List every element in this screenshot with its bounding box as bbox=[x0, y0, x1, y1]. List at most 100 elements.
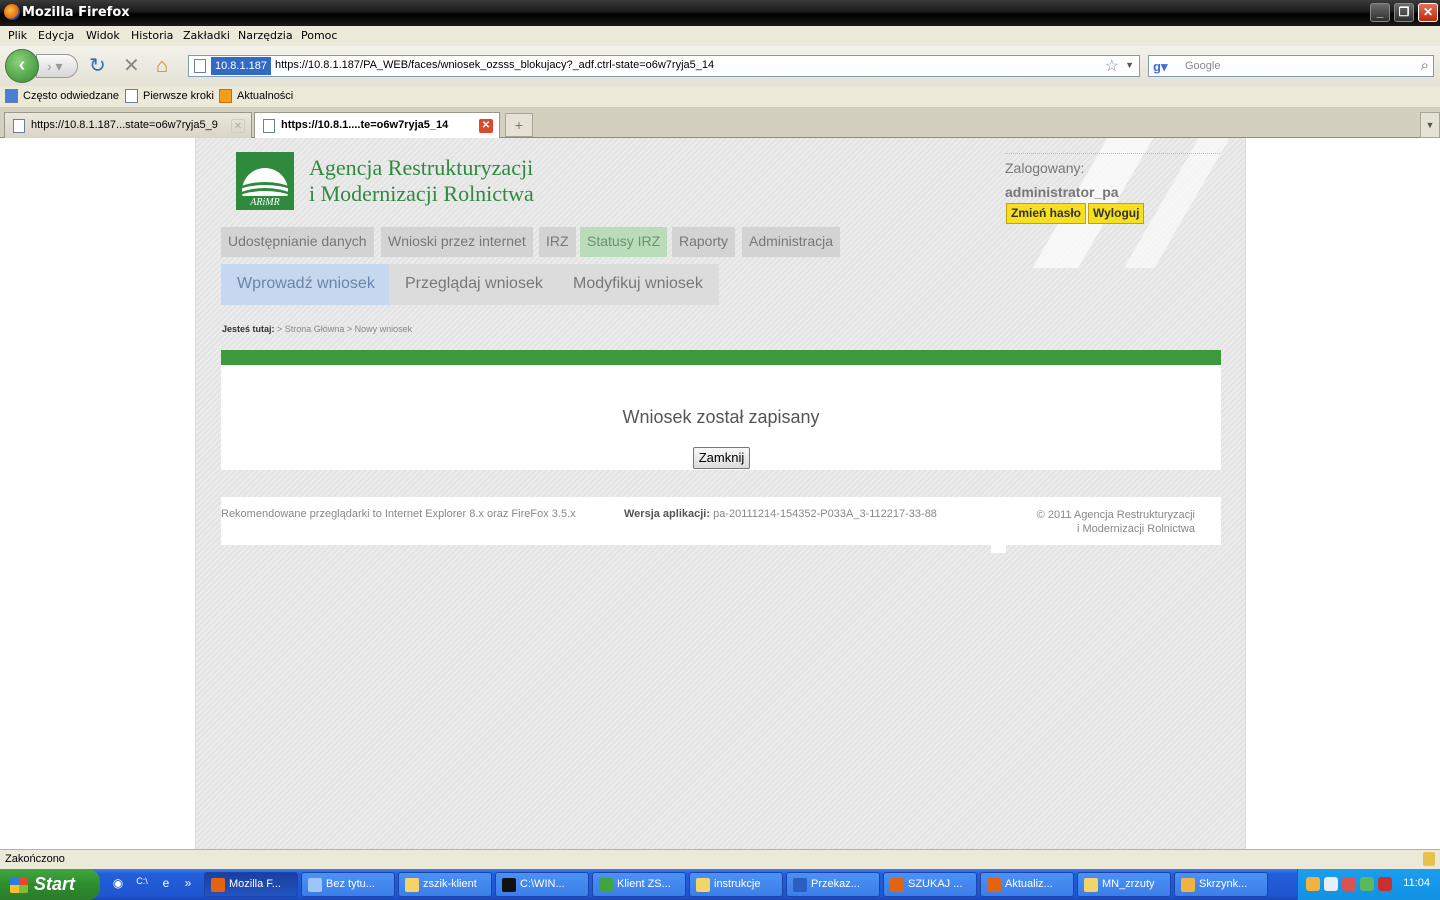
taskbar-item[interactable]: zszik-klient bbox=[398, 872, 492, 897]
menu-historia[interactable]: Historia bbox=[131, 29, 173, 42]
folder-icon bbox=[1084, 878, 1098, 892]
cmd-icon[interactable]: C:\ bbox=[134, 876, 150, 892]
close-button[interactable]: Zamknij bbox=[693, 447, 750, 469]
subnav-modyfikuj-wniosek[interactable]: Modyfikuj wniosek bbox=[557, 264, 719, 305]
windows-logo-icon bbox=[10, 877, 28, 893]
taskbar-item-label: zszik-klient bbox=[423, 878, 477, 890]
tray-network-icon[interactable] bbox=[1324, 877, 1338, 891]
message-box: Wniosek został zapisany Zamknij bbox=[221, 365, 1221, 470]
bookmark-star-icon[interactable]: ☆ bbox=[1105, 56, 1119, 76]
breadcrumb-path[interactable]: > Strona Główna > Nowy wniosek bbox=[275, 324, 412, 334]
tab-1[interactable]: https://10.8.1.187...state=o6w7ryja5_9 ✕ bbox=[4, 112, 252, 138]
forward-button[interactable]: › ▾ bbox=[36, 54, 78, 78]
close-tab-icon[interactable]: ✕ bbox=[231, 119, 245, 133]
system-tray: 11:04 bbox=[1297, 869, 1440, 900]
show-desktop-icon[interactable]: ◉ bbox=[110, 876, 126, 892]
taskbar-item[interactable]: Mozilla F... bbox=[204, 872, 298, 897]
clock[interactable]: 11:04 bbox=[1403, 877, 1430, 889]
site-identity[interactable]: 10.8.1.187 bbox=[211, 57, 271, 75]
close-tab-icon[interactable]: ✕ bbox=[479, 119, 493, 133]
page-icon bbox=[125, 89, 138, 103]
page-icon bbox=[13, 119, 25, 133]
taskbar: Start ◉ C:\ e » Mozilla F... Bez tytu...… bbox=[0, 869, 1440, 900]
new-tab-button[interactable]: + bbox=[505, 113, 533, 137]
menu-narzedzia[interactable]: Narzędzia bbox=[238, 29, 293, 42]
arimr-logo[interactable]: ARiMR bbox=[236, 152, 294, 210]
breadcrumb: Jesteś tutaj: > Strona Główna > Nowy wni… bbox=[222, 324, 412, 334]
menu-pomoc[interactable]: Pomoc bbox=[301, 29, 337, 42]
taskbar-item[interactable]: Bez tytu... bbox=[301, 872, 395, 897]
logout-button[interactable]: Wyloguj bbox=[1088, 203, 1145, 224]
taskbar-item-label: Aktualiz... bbox=[1005, 878, 1053, 890]
agency-name: Agencja Restrukturyzacji i Modernizacji … bbox=[309, 155, 534, 207]
nav-raporty[interactable]: Raporty bbox=[672, 227, 736, 257]
lock-icon[interactable] bbox=[1423, 852, 1435, 866]
menu-edycja[interactable]: Edycja bbox=[38, 29, 74, 42]
search-icon[interactable]: ⌕ bbox=[1421, 57, 1429, 74]
copyright: © 2011 Agencja Restrukturyzacji i Modern… bbox=[1037, 508, 1195, 536]
tray-mail-icon[interactable] bbox=[1306, 877, 1320, 891]
bookmark-folder-icon bbox=[5, 89, 18, 103]
tab-list-button[interactable]: ▼ bbox=[1420, 112, 1440, 138]
status-text: Zakończono bbox=[5, 853, 65, 865]
nav-wnioski-przez-internet[interactable]: Wnioski przez internet bbox=[381, 227, 533, 257]
taskbar-item-label: instrukcje bbox=[714, 878, 761, 890]
nav-irz[interactable]: IRZ bbox=[539, 227, 576, 257]
search-placeholder: Google bbox=[1185, 60, 1221, 72]
nav-administracja[interactable]: Administracja bbox=[742, 227, 841, 257]
close-window-button[interactable]: ✕ bbox=[1418, 3, 1438, 22]
stop-icon[interactable]: ✕ bbox=[123, 56, 140, 76]
nav-udostepnianie-danych[interactable]: Udostępnianie danych bbox=[221, 227, 374, 257]
client-icon bbox=[599, 878, 613, 892]
paint-icon bbox=[308, 878, 322, 892]
restore-button[interactable]: ❐ bbox=[1394, 3, 1414, 22]
address-bar[interactable]: 10.8.1.187 https://10.8.1.187/PA_WEB/fac… bbox=[188, 55, 1140, 77]
taskbar-item[interactable]: Skrzynk... bbox=[1174, 872, 1268, 897]
bookmark-label: Często odwiedzane bbox=[23, 90, 120, 102]
subnav-wprowadz-wniosek[interactable]: Wprowadź wniosek bbox=[221, 264, 391, 305]
tray-security-icon[interactable] bbox=[1342, 877, 1356, 891]
subnav-przegladaj-wniosek[interactable]: Przeglądaj wniosek bbox=[389, 264, 559, 305]
nav-statusy-irz[interactable]: Statusy IRZ bbox=[580, 227, 668, 257]
taskbar-item-label: Klient ZS... bbox=[617, 878, 671, 890]
google-engine-icon[interactable]: g▾ bbox=[1153, 59, 1169, 75]
word-icon bbox=[793, 878, 807, 892]
tab-label: https://10.8.1....te=o6w7ryja5_14 bbox=[281, 119, 449, 131]
home-icon[interactable]: ⌂ bbox=[156, 56, 168, 76]
page-icon bbox=[263, 119, 275, 133]
taskbar-item[interactable]: instrukcje bbox=[689, 872, 783, 897]
taskbar-item[interactable]: C:\WIN... bbox=[495, 872, 589, 897]
taskbar-item[interactable]: Przekaz... bbox=[786, 872, 880, 897]
bookmark-aktualnosci[interactable]: Aktualności bbox=[219, 89, 293, 103]
bookmark-pierwsze-kroki[interactable]: Pierwsze kroki bbox=[125, 89, 214, 103]
firefox-icon bbox=[987, 878, 1001, 892]
tab-2[interactable]: https://10.8.1....te=o6w7ryja5_14 ✕ bbox=[254, 112, 500, 139]
menu-zakladki[interactable]: Zakładki bbox=[183, 29, 230, 42]
search-box[interactable]: g▾ Google ⌕ bbox=[1148, 55, 1434, 77]
start-button[interactable]: Start bbox=[0, 869, 100, 900]
footer-notch bbox=[991, 545, 1006, 553]
url-text[interactable]: https://10.8.1.187/PA_WEB/faces/wniosek_… bbox=[275, 59, 714, 71]
taskbar-item[interactable]: Aktualiz... bbox=[980, 872, 1074, 897]
logged-label: Zalogowany: bbox=[1005, 160, 1085, 176]
bookmark-czesto-odwiedzane[interactable]: Często odwiedzane bbox=[5, 89, 120, 103]
minimize-button[interactable]: _ bbox=[1370, 3, 1390, 22]
bookmarks-toolbar: Często odwiedzane Pierwsze kroki Aktualn… bbox=[0, 86, 1440, 108]
taskbar-item[interactable]: SZUKAJ ... bbox=[883, 872, 977, 897]
navigation-toolbar: › ▾ ‹ ↻ ✕ ⌂ 10.8.1.187 https://10.8.1.18… bbox=[0, 46, 1440, 86]
quicklaunch-more[interactable]: » bbox=[180, 876, 196, 892]
taskbar-item[interactable]: MN_zrzuty bbox=[1077, 872, 1171, 897]
url-dropdown-icon[interactable]: ▼ bbox=[1125, 60, 1134, 70]
menu-plik[interactable]: Plik bbox=[8, 29, 27, 42]
change-password-button[interactable]: Zmień hasło bbox=[1006, 203, 1087, 224]
back-button[interactable]: ‹ bbox=[5, 49, 39, 83]
firefox-icon bbox=[211, 878, 225, 892]
menu-widok[interactable]: Widok bbox=[86, 29, 120, 42]
reload-icon[interactable]: ↻ bbox=[89, 56, 106, 76]
tray-antivirus-icon[interactable] bbox=[1378, 877, 1392, 891]
taskbar-item-label: C:\WIN... bbox=[520, 878, 565, 890]
taskbar-item[interactable]: Klient ZS... bbox=[592, 872, 686, 897]
ie-icon[interactable]: e bbox=[158, 876, 174, 892]
taskbar-item-label: SZUKAJ ... bbox=[908, 878, 963, 890]
tray-update-icon[interactable] bbox=[1360, 877, 1374, 891]
